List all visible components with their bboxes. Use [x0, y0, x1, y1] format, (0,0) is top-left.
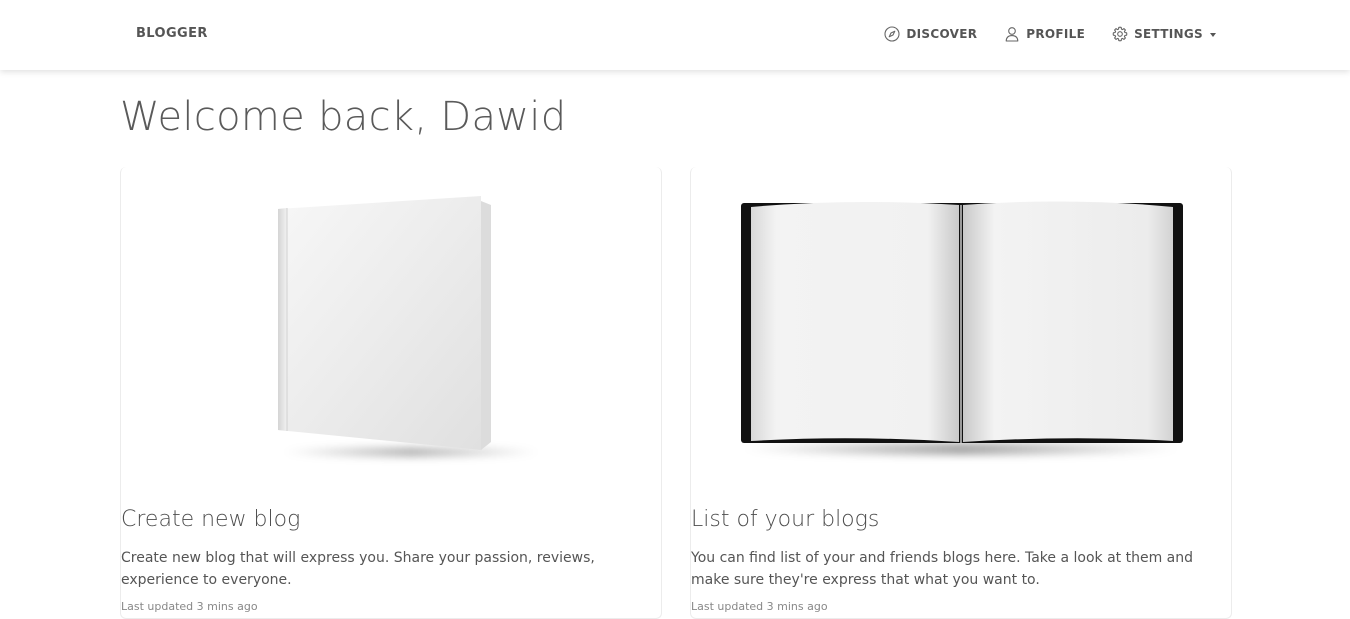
- card-text: You can find list of your and friends bl…: [691, 550, 1194, 588]
- nav-profile-label: PROFILE: [1026, 27, 1086, 41]
- nav-settings-dropdown[interactable]: SETTINGS: [1112, 26, 1216, 42]
- card-updated-text: Last updated 3 mins ago: [121, 600, 258, 613]
- card-updated-text: Last updated 3 mins ago: [691, 600, 828, 613]
- chevron-down-icon: [1210, 32, 1216, 37]
- blog-list-card[interactable]: List of your blogs You can find list of …: [690, 167, 1232, 619]
- create-blog-card[interactable]: Create new blog Create new blog that wil…: [120, 167, 662, 619]
- open-book-image: [741, 201, 1183, 455]
- brand-logo[interactable]: BLOGGER: [136, 26, 208, 41]
- closed-book-image: [278, 196, 541, 457]
- gear-icon: [1112, 26, 1128, 42]
- card-text: Create new blog that will express you. S…: [121, 550, 595, 588]
- nav-links: DISCOVER PROFILE SETTINGS: [884, 26, 1216, 42]
- compass-icon: [884, 26, 900, 42]
- top-navbar: BLOGGER DISCOVER PROFILE SETTINGS: [0, 0, 1350, 70]
- nav-profile-link[interactable]: PROFILE: [1004, 26, 1085, 42]
- nav-discover-label: DISCOVER: [906, 27, 978, 41]
- card-title: List of your blogs: [691, 507, 880, 532]
- page-title: Welcome back, Dawid: [120, 94, 567, 140]
- nav-discover-link[interactable]: DISCOVER: [884, 26, 977, 42]
- card-title: Create new blog: [121, 507, 301, 532]
- user-icon: [1005, 27, 1019, 42]
- nav-settings-label: SETTINGS: [1134, 27, 1203, 41]
